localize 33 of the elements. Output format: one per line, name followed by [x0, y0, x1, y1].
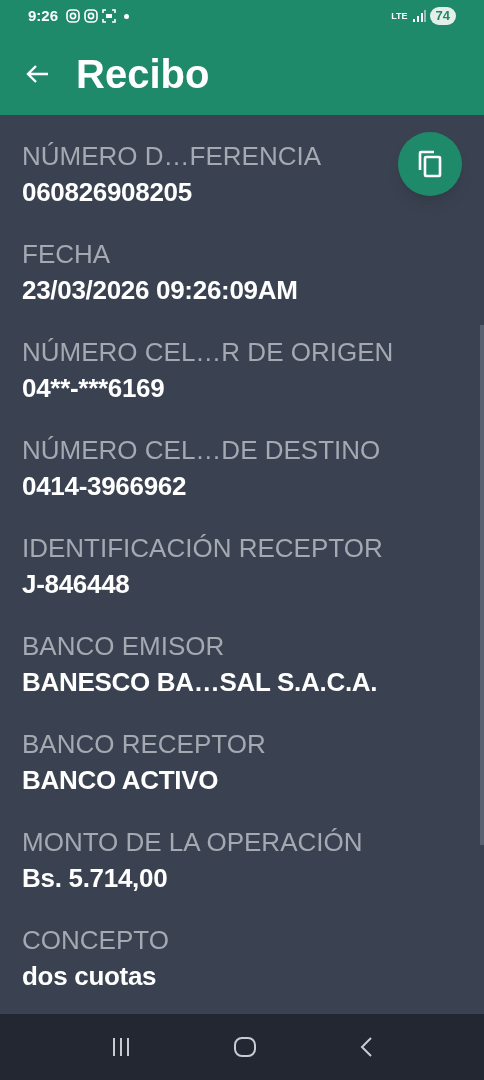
- scrollbar[interactable]: [480, 325, 484, 845]
- field-value: BANESCO BA…SAL S.A.C.A.: [22, 666, 378, 699]
- copy-icon: [417, 150, 443, 178]
- network-label: LTE: [391, 11, 408, 21]
- field-value: dos cuotas: [22, 960, 157, 993]
- field-label: BANCO RECEPTOR: [22, 728, 266, 761]
- field-value: 060826908205: [22, 176, 192, 209]
- signal-icon: [411, 10, 426, 22]
- back-arrow-icon: [24, 62, 50, 85]
- recent-apps-icon[interactable]: [111, 1037, 131, 1057]
- field-label: NÚMERO CEL…R DE ORIGEN: [22, 336, 394, 369]
- camera-icon: [84, 9, 99, 23]
- status-time: 9:26: [28, 5, 59, 26]
- field-value: 23/03/2026 09:26:09AM: [22, 274, 298, 307]
- field-value: 04**-***6169: [22, 372, 165, 405]
- field-value: BANCO ACTIVO: [22, 764, 219, 797]
- field-label: NÚMERO CEL…DE DESTINO: [22, 434, 381, 467]
- screen-title: Recibo: [76, 50, 210, 98]
- field-value: J-846448: [22, 568, 130, 601]
- field-label: BANCO EMISOR: [22, 630, 225, 663]
- field-label: FECHA: [22, 238, 111, 271]
- field-label: NÚMERO D…FERENCIA: [22, 140, 321, 173]
- screenshot-icon: [102, 9, 117, 23]
- field-label: IDENTIFICACIÓN RECEPTOR: [22, 532, 383, 565]
- field-value: Bs. 5.714,00: [22, 862, 168, 895]
- field-value: 0414-3966962: [22, 470, 187, 503]
- field-label: CONCEPTO: [22, 924, 169, 957]
- home-icon[interactable]: [233, 1036, 257, 1058]
- back-icon[interactable]: [359, 1036, 373, 1058]
- field-label: MONTO DE LA OPERACIÓN: [22, 826, 363, 859]
- battery-level: 74: [429, 7, 456, 25]
- dot-icon: [124, 13, 130, 19]
- camera-icon: [66, 9, 81, 23]
